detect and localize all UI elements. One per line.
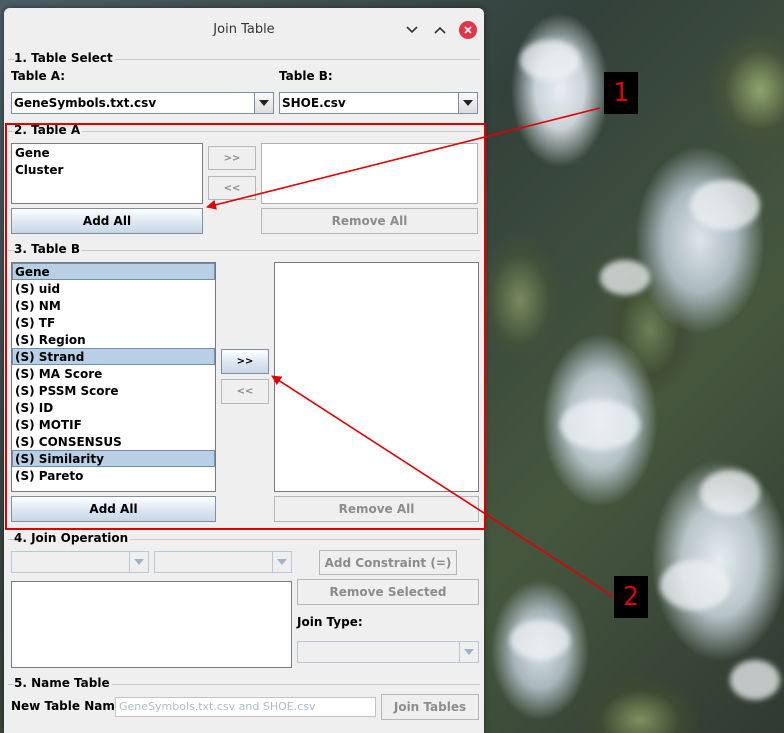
annotation-badge-1: 1 [604,72,638,114]
annotation-badge-2: 2 [614,576,648,618]
annotation-arrow-2 [271,375,615,598]
annotation-arrow-1 [206,107,601,210]
annotation-arrows [206,107,615,598]
